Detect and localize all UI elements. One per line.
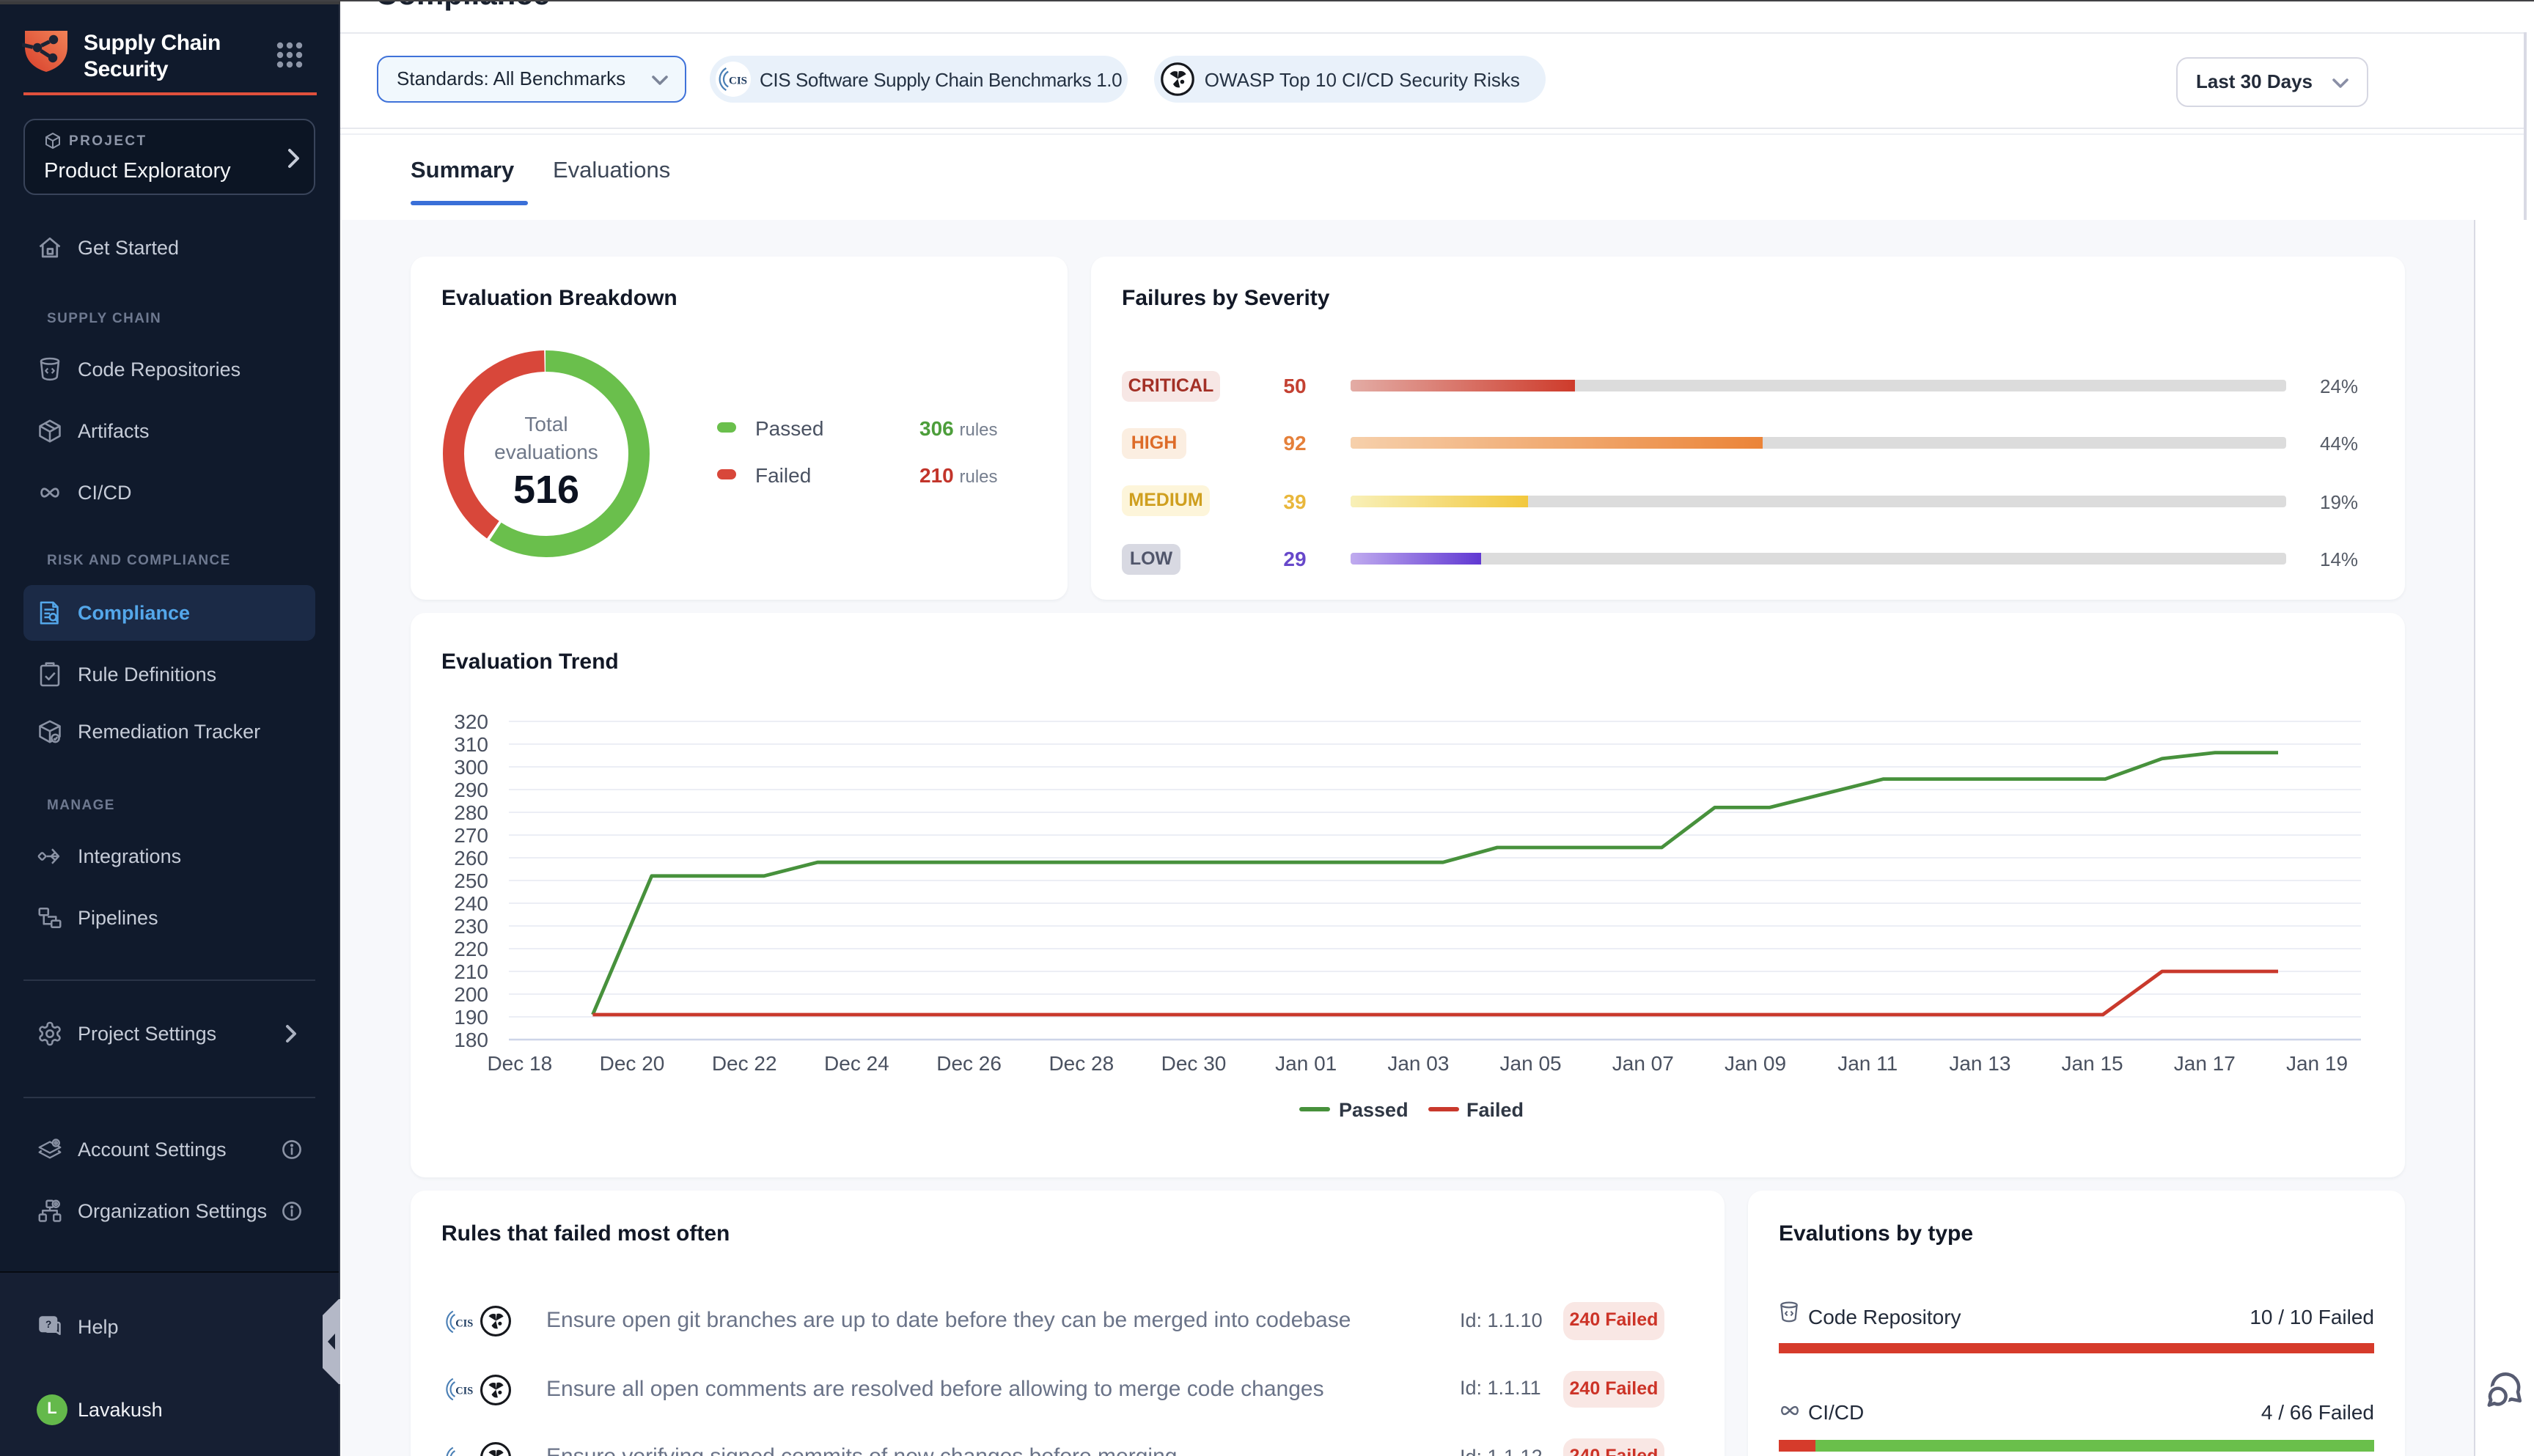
svg-text:220: 220 <box>454 938 488 960</box>
svg-text:310: 310 <box>454 733 488 756</box>
svg-text:Dec 26: Dec 26 <box>936 1052 1002 1075</box>
svg-text:250: 250 <box>454 869 488 892</box>
svg-text:210: 210 <box>454 960 488 983</box>
svg-text:190: 190 <box>454 1006 488 1029</box>
svg-text:Dec 30: Dec 30 <box>1161 1052 1227 1075</box>
svg-text:Jan 17: Jan 17 <box>2174 1052 2236 1075</box>
svg-text:Dec 28: Dec 28 <box>1049 1052 1114 1075</box>
svg-text:CIS: CIS <box>455 1453 473 1456</box>
svg-text:Dec 22: Dec 22 <box>712 1052 777 1075</box>
svg-text:Passed: Passed <box>1339 1099 1409 1121</box>
svg-text:270: 270 <box>454 824 488 847</box>
svg-text:Dec 18: Dec 18 <box>487 1052 552 1075</box>
svg-text:Jan 05: Jan 05 <box>1500 1052 1562 1075</box>
svg-text:Jan 01: Jan 01 <box>1275 1052 1337 1075</box>
svg-text:300: 300 <box>454 756 488 779</box>
svg-text:260: 260 <box>454 847 488 869</box>
svg-text:320: 320 <box>454 710 488 733</box>
svg-text:Dec 20: Dec 20 <box>600 1052 665 1075</box>
svg-text:Jan 19: Jan 19 <box>2286 1052 2348 1075</box>
svg-text:Jan 07: Jan 07 <box>1612 1052 1674 1075</box>
svg-text:240: 240 <box>454 892 488 915</box>
svg-text:CIS: CIS <box>455 1317 473 1328</box>
svg-text:180: 180 <box>454 1029 488 1051</box>
svg-text:Jan 03: Jan 03 <box>1387 1052 1449 1075</box>
svg-text:230: 230 <box>454 915 488 938</box>
svg-text:290: 290 <box>454 779 488 801</box>
svg-text:CIS: CIS <box>455 1385 473 1397</box>
svg-text:Dec 24: Dec 24 <box>824 1052 889 1075</box>
svg-text:Jan 13: Jan 13 <box>1949 1052 2010 1075</box>
svg-text:Jan 09: Jan 09 <box>1725 1052 1786 1075</box>
svg-text:280: 280 <box>454 801 488 824</box>
svg-text:?: ? <box>45 1319 51 1330</box>
svg-text:Jan 11: Jan 11 <box>1837 1052 1898 1075</box>
svg-text:Failed: Failed <box>1466 1099 1524 1121</box>
svg-text:CIS: CIS <box>729 76 747 87</box>
svg-text:200: 200 <box>454 983 488 1006</box>
svg-text:Jan 15: Jan 15 <box>2062 1052 2123 1075</box>
